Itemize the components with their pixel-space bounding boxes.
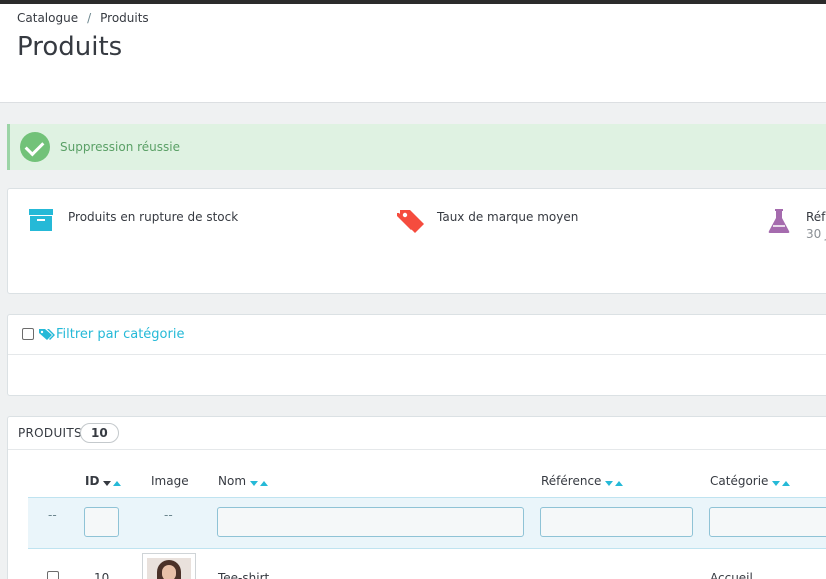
breadcrumb-catalogue-link[interactable]: Catalogue (17, 11, 78, 25)
sort-desc-icon[interactable] (605, 480, 614, 486)
products-title: PRODUITS (18, 426, 82, 440)
kpi-label: Réf (806, 210, 826, 224)
column-header-reference[interactable]: Référence (541, 474, 624, 489)
alert-message: Suppression réussie (60, 140, 180, 154)
sort-controls (250, 475, 269, 489)
tags-icon (39, 329, 55, 340)
breadcrumb-separator: / (87, 11, 92, 25)
kpi-sub: 30 J (806, 227, 826, 241)
column-header-id[interactable]: ID (85, 474, 122, 489)
category-filter-panel: Filtrer par catégorie (7, 314, 826, 396)
filter-by-category-link[interactable]: Filtrer par catégorie (56, 327, 184, 342)
price-tags-icon (397, 210, 424, 233)
breadcrumb-current: Produits (100, 11, 149, 25)
sort-asc-icon[interactable] (615, 480, 624, 486)
column-header-image: Image (151, 474, 189, 488)
column-label: ID (85, 474, 100, 488)
sort-controls (772, 475, 791, 489)
sort-controls (605, 475, 624, 489)
sort-asc-icon[interactable] (113, 480, 122, 486)
sort-desc-icon[interactable] (103, 480, 112, 486)
kpi-out-of-stock[interactable]: Produits en rupture de stock (28, 207, 238, 237)
filter-name-input[interactable] (217, 507, 524, 537)
filter-placeholder: -- (48, 508, 57, 522)
filter-id-input[interactable] (84, 507, 119, 537)
kpi-label: Taux de marque moyen (437, 210, 579, 224)
products-panel: PRODUITS 10 ID Image Nom Référence Catég… (7, 416, 826, 579)
sort-desc-icon[interactable] (772, 480, 781, 486)
filter-reference-input[interactable] (540, 507, 693, 537)
filter-placeholder: -- (164, 508, 173, 522)
table-filter-row: -- -- (28, 497, 826, 549)
page-header: Catalogue / Produits Produits (0, 4, 826, 103)
product-photo-face (162, 565, 176, 579)
row-id: 10 (94, 571, 110, 579)
kpi-margin-rate[interactable]: Taux de marque moyen (397, 207, 578, 239)
row-name[interactable]: Tee-shirt (218, 571, 269, 579)
products-count-badge: 10 (80, 423, 119, 443)
kpi-reference[interactable]: Réf 30 J (766, 207, 826, 241)
column-header-category[interactable]: Catégorie (710, 474, 791, 489)
flask-icon (768, 209, 790, 233)
column-label: Référence (541, 474, 602, 488)
sort-desc-icon[interactable] (250, 480, 259, 486)
column-label: Catégorie (710, 474, 769, 488)
archive-box-icon (29, 209, 53, 231)
category-filter-checkbox[interactable] (22, 328, 34, 340)
kpi-label: Produits en rupture de stock (68, 210, 239, 224)
column-label: Nom (218, 474, 247, 488)
column-header-name[interactable]: Nom (218, 474, 269, 489)
category-filter-header: Filtrer par catégorie (8, 315, 826, 355)
row-category: Accueil (710, 571, 753, 579)
row-select-checkbox[interactable] (47, 571, 59, 579)
sort-asc-icon[interactable] (260, 480, 269, 486)
success-alert: Suppression réussie (7, 124, 826, 170)
table-row[interactable]: 10 Tee-shirt Accueil (8, 550, 826, 579)
page-title: Produits (17, 32, 123, 62)
product-thumbnail[interactable] (142, 553, 196, 579)
kpi-panel: Produits en rupture de stock Taux de mar… (7, 188, 826, 294)
filter-category-input[interactable] (709, 507, 826, 537)
breadcrumb: Catalogue / Produits (17, 11, 149, 25)
sort-asc-icon[interactable] (782, 480, 791, 486)
sort-controls (103, 475, 122, 489)
check-circle-icon (20, 132, 50, 162)
products-panel-header: PRODUITS 10 (8, 417, 826, 450)
